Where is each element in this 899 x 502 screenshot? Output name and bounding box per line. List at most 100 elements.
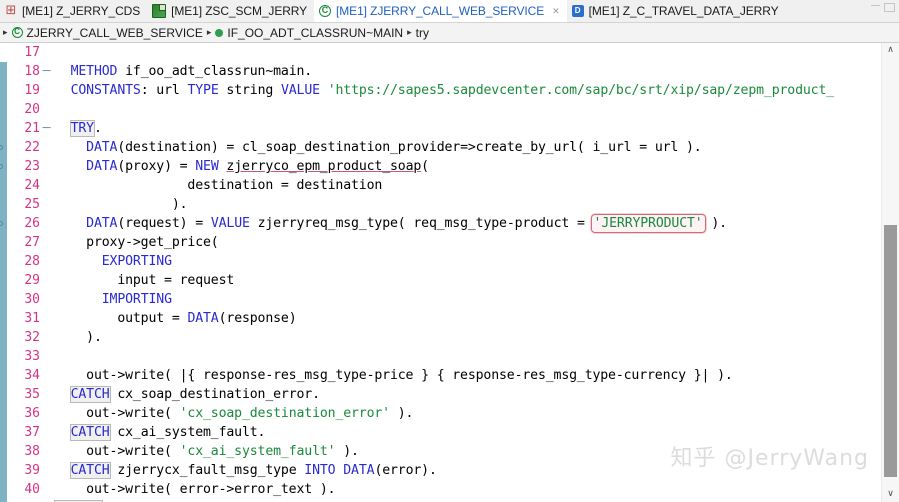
code-token: (error). [374,463,437,478]
editor-tab-2[interactable]: C [ME1] ZJERRY_CALL_WEB_SERVICE ✕ [314,0,567,22]
code-line[interactable] [55,43,899,62]
code-token: cx_soap_destination_error. [109,387,320,402]
editor-tab-label: [ME1] ZSC_SCM_JERRY [171,4,308,18]
code-token: : url [140,83,188,98]
fold-collapse-icon[interactable]: ─ [42,119,51,138]
code-token: output = [55,311,188,326]
change-bar-segment [0,271,7,290]
highlighted-keyword: CATCH [69,386,111,403]
code-text-area[interactable]: METHOD if_oo_adt_classrun~main. CONSTANT… [53,43,899,502]
breadcrumb-separator-icon: ▸ [206,27,212,37]
editor-tab-0[interactable]: ⊞ [ME1] Z_JERRY_CDS [0,0,148,22]
code-line[interactable] [55,100,899,119]
change-bar-segment [0,233,7,252]
code-line[interactable]: out->write( 'cx_soap_destination_error' … [55,404,899,423]
code-line[interactable]: CATCH cx_ai_system_fault. [55,423,899,442]
code-token: EXPORTING [101,254,172,269]
code-line[interactable]: CONSTANTS: url TYPE string VALUE 'https:… [55,81,899,100]
code-line[interactable]: CATCH cx_soap_destination_error. [55,385,899,404]
editor-tab-1[interactable]: [ME1] ZSC_SCM_JERRY [147,0,315,22]
highlighted-keyword: TRY [69,120,95,137]
change-bar-segment [0,366,7,385]
editor-tab-label: [ME1] Z_C_TRAVEL_DATA_JERRY [588,4,779,18]
code-line[interactable]: EXPORTING [55,252,899,271]
breadcrumb-separator-icon: ▸ [3,27,8,37]
breadcrumb-item-label: ZJERRY_CALL_WEB_SERVICE [26,25,203,40]
code-line[interactable] [55,347,899,366]
code-token: input = request [55,273,235,288]
breadcrumb-item-1[interactable]: IF_OO_ADT_CLASSRUN~MAIN [215,26,403,40]
line-number: 29 [24,273,40,288]
breadcrumb-item-0[interactable]: C ZJERRY_CALL_WEB_SERVICE [11,25,203,40]
code-line[interactable]: out->write( 'cx_ai_system_fault' ). [55,442,899,461]
editor-tab-label: [ME1] ZJERRY_CALL_WEB_SERVICE [336,4,545,18]
line-number: 22 [0,138,41,157]
code-token: INTO [304,463,336,478]
tab-close-icon[interactable]: ✕ [552,6,560,16]
line-number: 34 [24,368,40,383]
editor-tab-3[interactable]: D [ME1] Z_C_TRAVEL_DATA_JERRY [566,0,786,22]
line-number: 37 [24,425,40,440]
code-line[interactable]: input = request [55,271,899,290]
minimize-icon[interactable] [871,5,880,12]
code-line[interactable]: out->write( |{ response-res_msg_type-pri… [55,366,899,385]
breadcrumb-item-2[interactable]: try [416,26,429,40]
change-bar-segment [0,480,7,499]
fold-collapse-icon[interactable]: ─ [42,62,51,81]
code-line[interactable]: CATCH zjerrycx_fault_msg_type INTO DATA(… [55,461,899,480]
line-number: 21 [24,121,40,136]
change-bar-segment [0,62,7,81]
line-number: 31 [24,311,40,326]
code-line[interactable]: DATA(destination) = cl_soap_destination_… [55,138,899,157]
code-token: ). [335,444,359,459]
code-line[interactable]: IMPORTING [55,290,899,309]
code-token: zjerryco_epm_product_soap [226,159,422,174]
line-number: 30 [24,292,40,307]
code-token: if_oo_adt_classrun~main. [117,64,313,79]
change-bar-segment [0,81,7,100]
code-line[interactable]: output = DATA(response) [55,309,899,328]
maximize-icon[interactable] [884,3,895,12]
code-line[interactable]: TRY. [55,119,899,138]
code-line[interactable]: ). [55,328,899,347]
breadcrumb-item-label: IF_OO_ADT_CLASSRUN~MAIN [227,25,404,40]
change-bar-segment [0,100,7,119]
line-number: 26 [0,214,41,233]
code-line[interactable]: ). [55,195,899,214]
line-number: 35 [24,387,40,402]
code-line[interactable]: DATA(request) = VALUE zjerryreq_msg_type… [55,214,899,233]
code-folding-column[interactable]: ─ ─ [41,43,53,502]
scroll-up-arrow-icon[interactable]: ∧ [882,43,899,58]
code-line[interactable]: proxy->get_price( [55,233,899,252]
code-token: out->write( |{ response-res_msg_type-pri… [55,368,733,383]
change-bar [0,43,7,502]
vertical-scrollbar-thumb[interactable] [884,225,897,477]
code-token: proxy->get_price( [55,235,219,250]
editor-tab-bar: ⊞ [ME1] Z_JERRY_CDS [ME1] ZSC_SCM_JERRY C [M… [0,0,899,23]
code-token: string [218,83,281,98]
abap-class-icon: C [319,5,332,17]
vertical-scrollbar[interactable]: ∧ ∨ [881,43,899,502]
method-icon [215,28,224,37]
code-token: 'cx_soap_destination_error' [179,406,390,421]
change-bar-segment [0,404,7,423]
code-token: (response) [218,311,297,326]
code-token: (destination) = cl_soap_destination_prov… [117,140,702,155]
line-number: 23 [0,157,41,176]
code-line[interactable]: out->write( error->error_text ). [55,480,899,499]
window-controls [871,3,895,12]
code-line[interactable]: destination = destination [55,176,899,195]
change-bar-segment [0,347,7,366]
code-token: CONSTANTS [70,83,141,98]
data-definition-icon: D [571,5,584,17]
code-editor[interactable]: 17 18 19 20 21 22 23 24 25 26 27 28 29 30 31 32 33 34 35 36… [0,43,899,502]
line-number: 20 [24,102,40,117]
code-line[interactable]: METHOD if_oo_adt_classrun~main. [55,62,899,81]
code-line[interactable]: DATA(proxy) = NEW zjerryco_epm_product_s… [55,157,899,176]
code-token: destination = destination [55,178,383,193]
